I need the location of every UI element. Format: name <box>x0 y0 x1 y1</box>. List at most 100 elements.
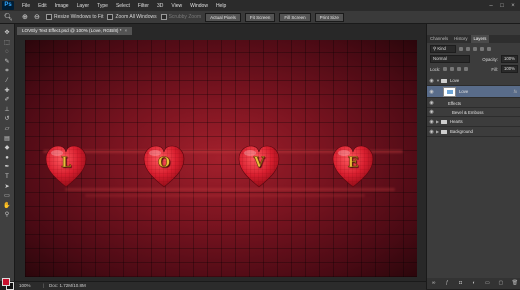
pen-tool-icon[interactable]: ✒ <box>3 164 11 170</box>
dodge-tool-icon[interactable]: ● <box>3 155 11 161</box>
blend-mode-select[interactable]: Normal <box>430 55 470 63</box>
type-tool-icon[interactable]: T <box>3 174 11 180</box>
lock-image-icon[interactable] <box>450 67 455 71</box>
layer-group-hearts[interactable]: ◉ ▶ Hearts <box>427 117 520 127</box>
zoom-tool-icon[interactable]: ⚲ <box>3 212 11 218</box>
close-icon[interactable]: × <box>510 3 516 9</box>
crop-tool-icon[interactable]: ⌗ <box>3 68 11 74</box>
quick-select-tool-icon[interactable]: ✎ <box>3 59 11 65</box>
tab-history[interactable]: History <box>451 35 470 43</box>
menu-file[interactable]: File <box>18 3 34 9</box>
menu-filter[interactable]: Filter <box>134 3 153 9</box>
menu-help[interactable]: Help <box>212 3 230 9</box>
smart-object-filter-icon[interactable] <box>487 47 491 51</box>
fx-icon[interactable]: fx <box>514 89 517 94</box>
effects-label: Effects <box>448 100 462 106</box>
resize-windows-checkbox[interactable]: Resize Windows to Fit <box>46 14 103 20</box>
eye-icon[interactable]: ◉ <box>427 78 436 84</box>
close-tab-icon[interactable]: × <box>124 28 127 33</box>
new-group-icon[interactable]: ▭ <box>485 281 490 286</box>
zoom-all-windows-checkbox[interactable]: Zoom All Windows <box>107 14 157 20</box>
new-layer-icon[interactable]: ▢ <box>498 281 503 286</box>
layers-panel-footer: ∞ ƒ ◘ ◐ ▭ ▢ 🗑︎ <box>427 278 520 289</box>
checkbox-icon <box>107 14 114 20</box>
path-selection-tool-icon[interactable]: ➤ <box>3 184 11 190</box>
maximize-icon[interactable]: □ <box>499 3 505 9</box>
scrubby-zoom-checkbox[interactable]: Scrubby Zoom <box>160 14 201 20</box>
brush-tool-icon[interactable]: ✐ <box>3 97 11 103</box>
menu-view[interactable]: View <box>167 3 186 9</box>
window-controls: – □ × <box>488 3 520 9</box>
menu-3d[interactable]: 3D <box>153 3 167 9</box>
document-canvas[interactable]: L O V E <box>25 40 417 277</box>
pixel-filter-icon[interactable] <box>459 47 463 51</box>
menu-layer[interactable]: Layer <box>73 3 94 9</box>
eye-icon[interactable]: ◉ <box>427 100 436 106</box>
zoom-out-icon[interactable]: ⊖ <box>34 13 42 22</box>
lock-transparent-icon[interactable] <box>443 67 448 71</box>
tab-layers[interactable]: Layers <box>470 35 490 43</box>
photoshop-logo: Ps <box>2 1 14 10</box>
color-swatches[interactable] <box>2 278 14 290</box>
zoom-tool-icon[interactable]: 🔍︎ <box>4 13 18 22</box>
document-tab[interactable]: LOVEly Text Effect.psd @ 100% (Love, RGB… <box>17 27 133 35</box>
opacity-input[interactable]: 100% <box>501 55 518 63</box>
heart-v: V <box>238 145 280 189</box>
lock-all-icon[interactable] <box>464 67 469 71</box>
lock-row: Lock: Fill: 100% <box>427 65 520 73</box>
foreground-color-swatch[interactable] <box>2 278 10 286</box>
menu-bar: Ps File Edit Image Layer Type Select Fil… <box>0 0 520 11</box>
menu-image[interactable]: Image <box>51 3 73 9</box>
eye-icon[interactable]: ◉ <box>427 129 436 135</box>
add-mask-icon[interactable]: ◘ <box>458 281 463 286</box>
layer-effects[interactable]: ◉ Effects <box>427 99 520 108</box>
actual-pixels-button[interactable]: Actual Pixels <box>205 12 241 22</box>
adjustment-filter-icon[interactable] <box>466 47 470 51</box>
fit-screen-button[interactable]: Fit Screen <box>244 12 276 22</box>
heart-letter: L <box>61 155 71 172</box>
layer-group-love[interactable]: ◉ ▼ Love <box>427 76 520 86</box>
lock-position-icon[interactable] <box>457 67 462 71</box>
lasso-tool-icon[interactable]: ◌ <box>3 49 11 55</box>
healing-brush-tool-icon[interactable]: ✚ <box>3 88 11 94</box>
fill-input[interactable]: 100% <box>501 65 518 73</box>
shape-tool-icon[interactable]: ▭ <box>3 193 11 199</box>
layer-bevel-emboss[interactable]: ◉ Bevel & Emboss <box>427 108 520 117</box>
menu-type[interactable]: Type <box>93 3 112 9</box>
heart-letter: O <box>157 155 171 172</box>
gradient-tool-icon[interactable]: ▤ <box>3 136 11 142</box>
layer-love-text[interactable]: ◉ Love fx <box>427 86 520 98</box>
panel-tabs: Channels History Layers <box>427 35 520 43</box>
layer-group-background[interactable]: ◉ ▶ Background <box>427 127 520 137</box>
clone-stamp-tool-icon[interactable]: ⊥ <box>3 107 11 113</box>
fill-screen-button[interactable]: Fill Screen <box>279 12 311 22</box>
blend-row: Normal Opacity: 100% <box>427 55 520 63</box>
eyedropper-tool-icon[interactable]: ⁄ <box>3 78 11 84</box>
menu-window[interactable]: Window <box>186 3 212 9</box>
tab-channels[interactable]: Channels <box>427 35 451 43</box>
kind-filter-select[interactable]: ⚲ Kind <box>430 45 456 53</box>
eye-icon[interactable]: ◉ <box>427 119 436 125</box>
type-filter-icon[interactable] <box>473 47 477 51</box>
zoom-in-icon[interactable]: ⊕ <box>22 13 30 22</box>
eraser-tool-icon[interactable]: ▱ <box>3 126 11 132</box>
minimize-icon[interactable]: – <box>488 3 494 9</box>
heart-letter: V <box>253 155 265 172</box>
eye-icon[interactable]: ◉ <box>427 89 436 95</box>
folder-icon <box>441 119 447 124</box>
menu-edit[interactable]: Edit <box>34 3 51 9</box>
hand-tool-icon[interactable]: ✋ <box>3 203 11 209</box>
trash-icon[interactable]: 🗑︎ <box>512 281 518 286</box>
menu-select[interactable]: Select <box>112 3 134 9</box>
fx-menu-icon[interactable]: ƒ <box>445 281 450 286</box>
marquee-tool-icon[interactable]: ⬚ <box>3 40 11 46</box>
eye-icon[interactable]: ◉ <box>427 109 436 115</box>
link-layers-icon[interactable]: ∞ <box>431 281 436 286</box>
history-brush-tool-icon[interactable]: ↺ <box>3 116 11 122</box>
blur-tool-icon[interactable]: ◆ <box>3 145 11 151</box>
print-size-button[interactable]: Print Size <box>314 12 344 22</box>
adjustment-layer-icon[interactable]: ◐ <box>471 281 476 286</box>
shape-filter-icon[interactable] <box>480 47 484 51</box>
fill-label: Fill: <box>491 66 498 72</box>
move-tool-icon[interactable]: ✥ <box>3 30 11 36</box>
